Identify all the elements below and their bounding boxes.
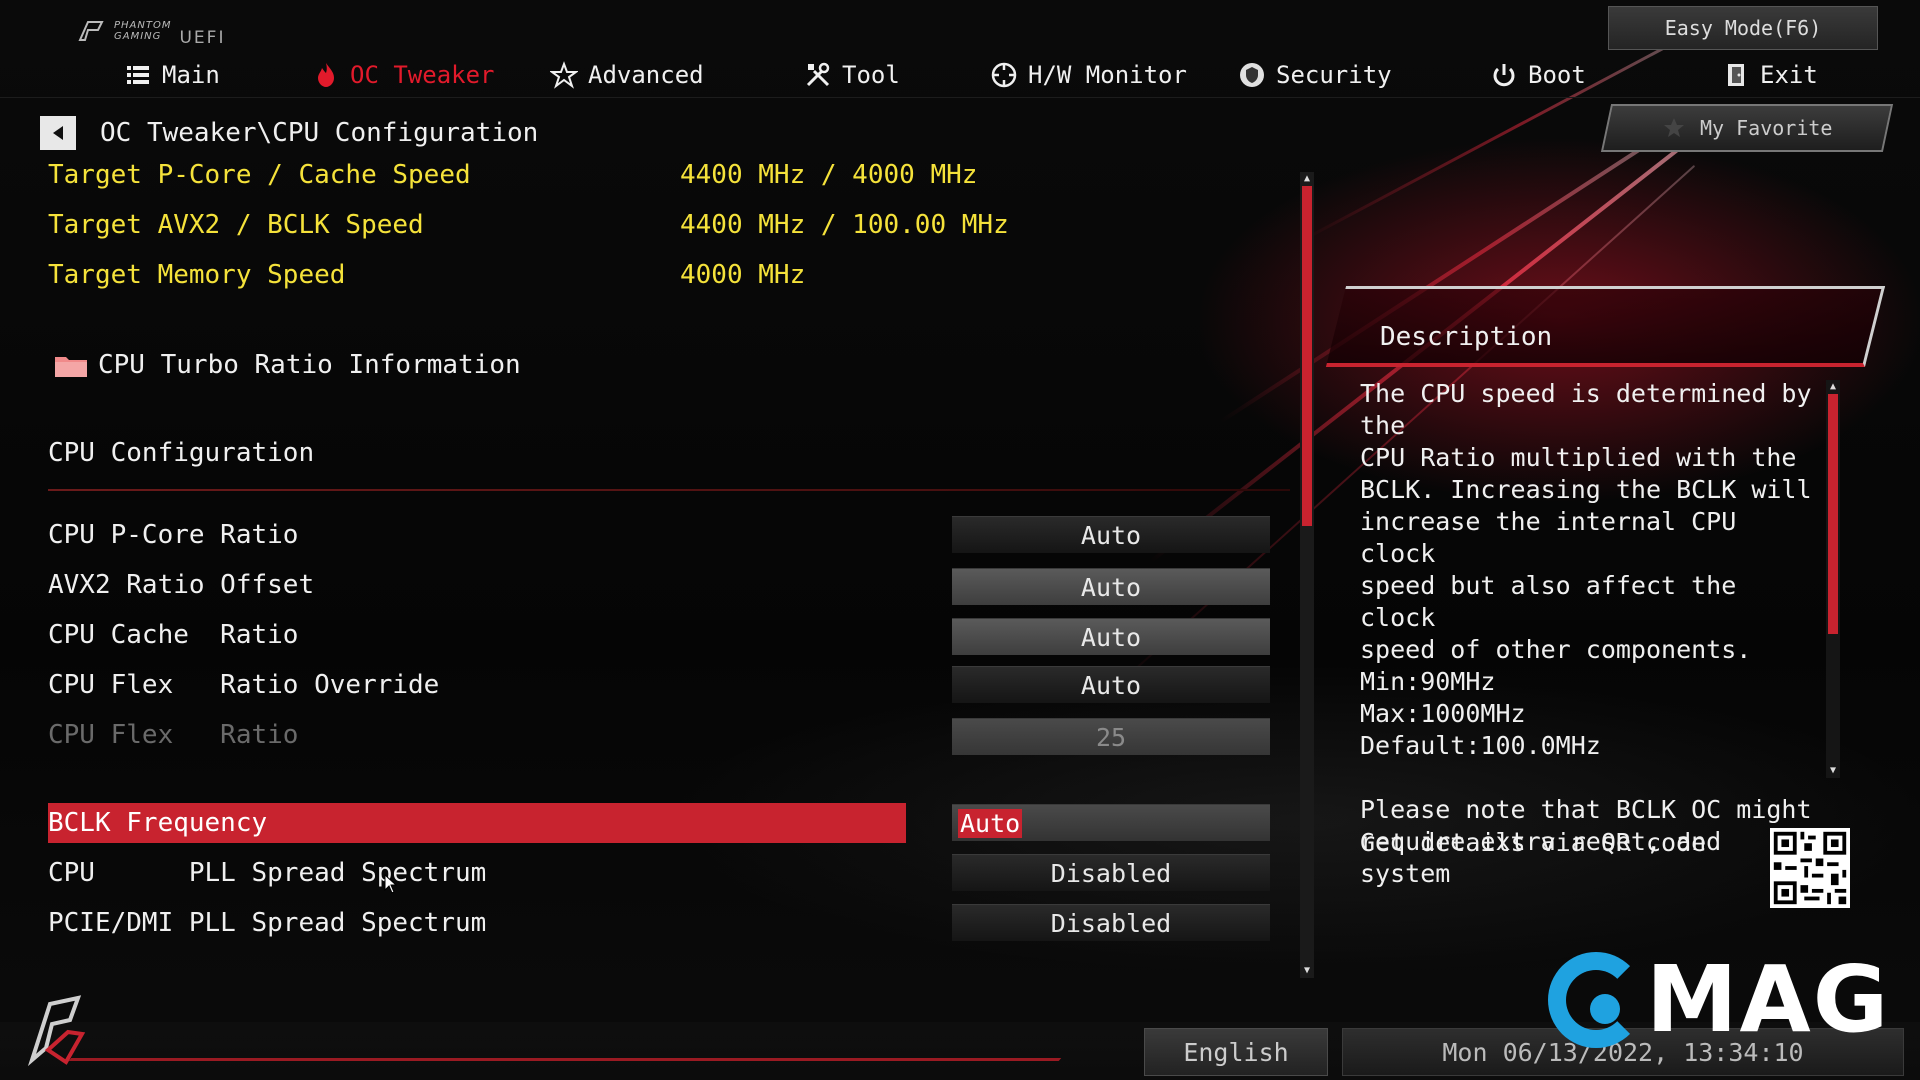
- tab-exit[interactable]: Exit: [1722, 52, 1818, 98]
- qr-code-label: Get details via QR code: [1360, 828, 1707, 857]
- tab-main[interactable]: Main: [124, 52, 220, 98]
- scroll-down-icon[interactable]: ▼: [1300, 964, 1314, 978]
- main-scrollbar[interactable]: ▲ ▼: [1300, 172, 1314, 978]
- target-avx2-bclk-value: 4400 MHz / 100.00 MHz: [680, 210, 1009, 240]
- option-label-cpu-flex-ratio-override: CPU Flex Ratio Override: [48, 670, 440, 700]
- option-label-cpu-flex-ratio: CPU Flex Ratio: [48, 720, 299, 750]
- footer-accent-line: [68, 1058, 1062, 1061]
- top-nav: Main OC Tweaker Advanced Tool H/W Monito…: [0, 52, 1920, 98]
- tab-tool-label: Tool: [842, 61, 900, 89]
- back-button[interactable]: [40, 116, 76, 150]
- cpu-turbo-ratio-label: CPU Turbo Ratio Information: [98, 350, 521, 380]
- uefi-label: UEFI: [179, 28, 226, 48]
- qr-code: [1770, 828, 1850, 908]
- scroll-down-icon[interactable]: ▼: [1826, 764, 1840, 778]
- scrollbar-thumb[interactable]: [1828, 394, 1838, 634]
- target-memory-label: Target Memory Speed: [48, 260, 346, 290]
- target-pcore-cache-label: Target P-Core / Cache Speed: [48, 160, 471, 190]
- language-button[interactable]: English: [1144, 1028, 1328, 1076]
- option-value-cpu-pll-spread-spectrum[interactable]: Disabled: [952, 854, 1270, 891]
- section-title: CPU Configuration: [48, 438, 315, 468]
- watermark-text: MAG: [1646, 946, 1891, 1053]
- tab-security[interactable]: Security: [1238, 52, 1392, 98]
- nav-divider: [0, 97, 1920, 98]
- brand-logo: PHANTOM GAMING UEFI: [76, 14, 225, 48]
- my-favorite-label: My Favorite: [1699, 116, 1833, 140]
- exit-icon: [1728, 64, 1744, 86]
- shield-icon: [1240, 63, 1264, 87]
- description-title: Description: [1380, 322, 1553, 352]
- bclk-frequency-input[interactable]: Auto: [952, 804, 1270, 841]
- scrollbar-thumb[interactable]: [1302, 186, 1312, 526]
- star-icon: [550, 61, 578, 89]
- cpu-turbo-ratio-folder[interactable]: CPU Turbo Ratio Information: [54, 350, 521, 380]
- option-label-bclk-frequency: BCLK Frequency: [48, 808, 268, 838]
- mouse-cursor-icon: [384, 874, 398, 894]
- option-value-avx2-ratio-offset[interactable]: Auto: [952, 568, 1270, 605]
- scroll-up-icon[interactable]: ▲: [1826, 380, 1840, 394]
- target-avx2-bclk-label: Target AVX2 / BCLK Speed: [48, 210, 424, 240]
- phantom-gaming-logo-icon: [27, 995, 86, 1067]
- folder-icon: [55, 357, 87, 377]
- watermark: MAG: [1548, 946, 1890, 1053]
- option-value-cpu-flex-ratio: 25: [952, 718, 1270, 755]
- option-label-cpu-pcore-ratio: CPU P-Core Ratio: [48, 520, 299, 550]
- option-value-cpu-flex-ratio-override[interactable]: Auto: [952, 666, 1270, 703]
- section-divider: [48, 489, 1290, 491]
- option-label-cpu-pll-spread-spectrum: CPU PLL Spread Spectrum: [48, 858, 487, 888]
- option-label-pcie-dmi-pll-spread-spectrum: PCIE/DMI PLL Spread Spectrum: [48, 908, 487, 938]
- tab-advanced-label: Advanced: [588, 61, 704, 89]
- watermark-c-logo: [1548, 951, 1644, 1048]
- tab-boot[interactable]: Boot: [1490, 52, 1586, 98]
- option-value-cpu-pcore-ratio[interactable]: Auto: [952, 516, 1270, 553]
- brand-text: PHANTOM GAMING: [114, 20, 171, 42]
- back-arrow-icon: [53, 126, 63, 140]
- star-icon: [1663, 118, 1684, 137]
- option-value-cpu-cache-ratio[interactable]: Auto: [952, 618, 1270, 655]
- tab-tool[interactable]: Tool: [804, 52, 900, 98]
- option-label-avx2-ratio-offset: AVX2 Ratio Offset: [48, 570, 315, 600]
- tools-icon: [806, 62, 830, 87]
- monitor-icon: [991, 62, 1017, 88]
- option-value-pcie-dmi-pll-spread-spectrum[interactable]: Disabled: [952, 904, 1270, 941]
- brand-line2: GAMING: [114, 31, 162, 42]
- tab-hw-monitor[interactable]: H/W Monitor: [990, 52, 1187, 98]
- power-icon: [1493, 64, 1515, 87]
- tab-hw-monitor-label: H/W Monitor: [1028, 61, 1187, 89]
- phantom-gaming-logo-icon: [78, 21, 104, 41]
- description-scrollbar[interactable]: ▲ ▼: [1826, 380, 1840, 778]
- description-text: The CPU speed is determined by the CPU R…: [1360, 379, 1812, 888]
- list-icon: [127, 66, 149, 84]
- tab-oc-tweaker[interactable]: OC Tweaker: [312, 52, 495, 98]
- bclk-frequency-value: Auto: [958, 808, 1023, 838]
- scroll-up-icon[interactable]: ▲: [1300, 172, 1314, 186]
- target-pcore-cache-value: 4400 MHz / 4000 MHz: [680, 160, 978, 190]
- easy-mode-button[interactable]: Easy Mode(F6): [1608, 6, 1878, 50]
- target-memory-value: 4000 MHz: [680, 260, 806, 290]
- tab-main-label: Main: [162, 61, 220, 89]
- brand-line1: PHANTOM: [114, 20, 172, 31]
- bios-screen: PHANTOM GAMING UEFI Easy Mode(F6) Main O…: [0, 0, 1920, 1080]
- tab-security-label: Security: [1276, 61, 1392, 89]
- tab-exit-label: Exit: [1760, 61, 1818, 89]
- tab-oc-tweaker-label: OC Tweaker: [350, 61, 495, 89]
- my-favorite-button[interactable]: My Favorite: [1600, 104, 1894, 152]
- tab-advanced[interactable]: Advanced: [550, 52, 704, 98]
- tab-boot-label: Boot: [1528, 61, 1586, 89]
- option-label-cpu-cache-ratio: CPU Cache Ratio: [48, 620, 299, 650]
- flame-icon: [318, 63, 334, 87]
- breadcrumb: OC Tweaker\CPU Configuration: [100, 118, 539, 148]
